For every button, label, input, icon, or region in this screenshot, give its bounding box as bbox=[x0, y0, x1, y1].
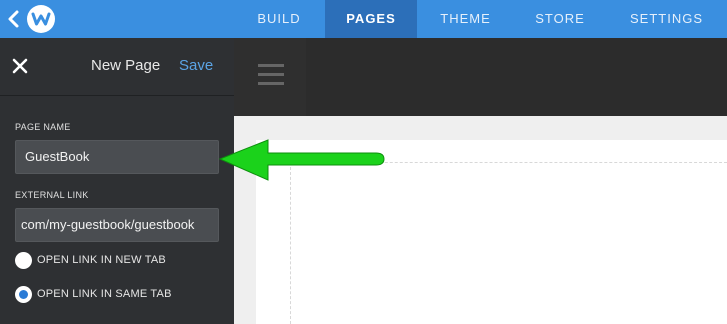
page-name-label: PAGE NAME bbox=[15, 122, 71, 132]
radio-button-unchecked[interactable] bbox=[15, 252, 32, 269]
external-link-label: EXTERNAL LINK bbox=[15, 190, 89, 200]
page-name-field[interactable]: GuestBook bbox=[15, 140, 219, 174]
external-link-field[interactable]: com/my-guestbook/guestbook bbox=[15, 208, 219, 242]
radio-label: OPEN LINK IN NEW TAB bbox=[37, 254, 166, 266]
radio-button-checked[interactable] bbox=[15, 286, 32, 303]
tab-pages[interactable]: PAGES bbox=[325, 0, 417, 38]
content-guide-vertical bbox=[290, 162, 291, 324]
back-chevron-icon[interactable] bbox=[6, 9, 20, 29]
save-button[interactable]: Save bbox=[179, 57, 213, 74]
radio-label: OPEN LINK IN SAME TAB bbox=[37, 288, 172, 300]
tab-settings[interactable]: SETTINGS bbox=[606, 0, 727, 38]
tab-store[interactable]: STORE bbox=[514, 0, 606, 38]
hamburger-menu-icon[interactable] bbox=[234, 38, 306, 116]
tab-theme[interactable]: THEME bbox=[417, 0, 514, 38]
panel-header: New Page Save bbox=[0, 38, 234, 96]
panel-title: New Page bbox=[91, 57, 161, 74]
page-settings-panel: New Page Save PAGE NAME GuestBook EXTERN… bbox=[0, 38, 234, 324]
weebly-logo-icon[interactable] bbox=[27, 5, 55, 33]
top-navigation-bar: BUILD PAGES THEME STORE SETTINGS bbox=[0, 0, 727, 38]
editor-toolbar bbox=[234, 38, 727, 116]
green-arrow-annotation-icon bbox=[216, 138, 388, 184]
close-icon[interactable] bbox=[11, 57, 29, 75]
tab-build[interactable]: BUILD bbox=[233, 0, 325, 38]
